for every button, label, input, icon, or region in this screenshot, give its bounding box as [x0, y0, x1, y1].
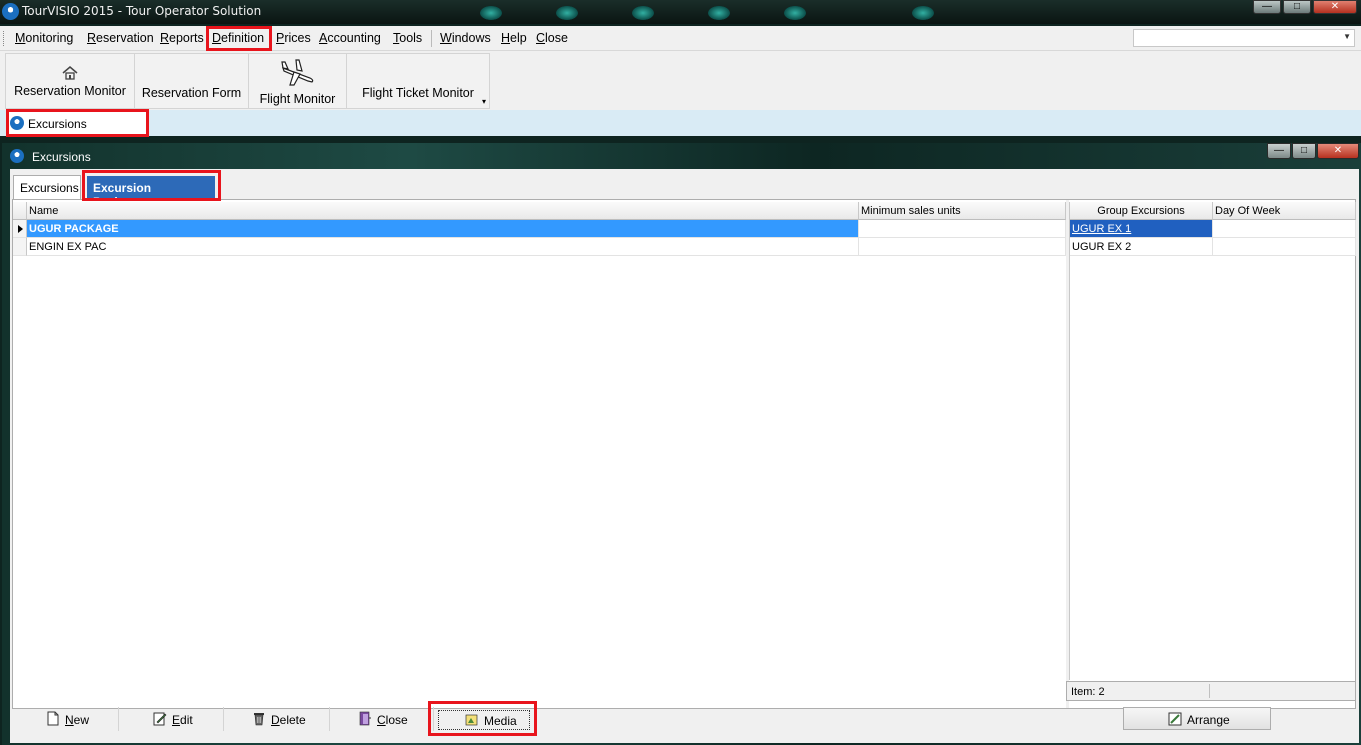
mdi-tab-strip: Excursions: [0, 110, 1361, 136]
row-indicator: [13, 238, 27, 256]
reservation-monitor-button[interactable]: Reservation Monitor: [6, 54, 135, 108]
row-indicator: [13, 220, 27, 238]
cell-day[interactable]: [1213, 238, 1356, 256]
reservation-form-button[interactable]: Reservation Form: [135, 54, 249, 108]
menu-monitoring[interactable]: Monitoring: [15, 31, 73, 45]
status-separator: [1209, 684, 1210, 698]
cell-min-units[interactable]: [859, 220, 1066, 238]
excursions-window: Excursions — □ ✕ Excursions Excursion Pa…: [2, 143, 1361, 745]
cell-group[interactable]: UGUR EX 2: [1070, 238, 1213, 256]
column-header-group-excursions[interactable]: Group Excursions: [1070, 202, 1213, 220]
exit-door-icon: [359, 711, 371, 726]
menu-prices[interactable]: Prices: [276, 31, 311, 45]
trash-icon: [254, 713, 264, 726]
window-selector-combo[interactable]: ▼: [1133, 29, 1355, 47]
column-header-day-of-week[interactable]: Day Of Week: [1213, 202, 1356, 220]
desktop-decoration-icon: [632, 6, 654, 20]
new-button[interactable]: New: [12, 707, 119, 731]
maximize-button[interactable]: □: [1283, 0, 1311, 14]
tab-content: Name Minimum sales units UGUR PACKAGE EN…: [12, 199, 1356, 709]
reservation-form-label: Reservation Form: [141, 86, 242, 100]
window-client-area: Excursions Excursion Packages Name Minim…: [10, 169, 1359, 743]
menu-definition[interactable]: Definition: [212, 31, 264, 45]
item-count: Item: 2: [1071, 686, 1105, 698]
delete-label: Delete: [271, 713, 306, 727]
mdi-tab-label: Excursions: [28, 117, 87, 131]
close-button[interactable]: Close: [330, 707, 434, 731]
menu-help[interactable]: Help: [501, 31, 527, 45]
toolbar-panel: Reservation Monitor Reservation Form Fli…: [5, 53, 490, 109]
edit-button[interactable]: Edit: [119, 707, 224, 731]
packages-grid: Name Minimum sales units UGUR PACKAGE EN…: [13, 202, 1066, 672]
menu-accounting[interactable]: Accounting: [319, 31, 381, 45]
group-excursions-grid: Group Excursions Day Of Week UGUR EX 1 U…: [1069, 202, 1356, 680]
tourvisio-logo-icon: [10, 116, 24, 130]
flight-monitor-button[interactable]: Flight Monitor: [249, 54, 347, 108]
media-icon: [465, 714, 478, 726]
column-header-name[interactable]: Name: [27, 202, 859, 220]
desktop-decoration-icon: [912, 6, 934, 20]
cell-day[interactable]: [1213, 220, 1356, 238]
desktop-decoration-icon: [480, 6, 502, 20]
cell-group[interactable]: UGUR EX 1: [1070, 220, 1213, 238]
home-icon: [62, 66, 78, 80]
menu-tools[interactable]: Tools: [393, 31, 422, 45]
media-button[interactable]: Media: [438, 710, 530, 730]
app-titlebar: TourVISIO 2015 - Tour Operator Solution …: [0, 0, 1361, 24]
child-maximize-button[interactable]: □: [1292, 143, 1316, 159]
app-title: TourVISIO 2015 - Tour Operator Solution: [22, 4, 262, 18]
cell-min-units[interactable]: [859, 238, 1066, 256]
current-row-arrow-icon: [18, 225, 23, 233]
table-row[interactable]: UGUR EX 1: [1070, 220, 1356, 238]
column-header-min-sales[interactable]: Minimum sales units: [859, 202, 1066, 220]
table-row[interactable]: ENGIN EX PAC: [13, 238, 1066, 256]
arrange-icon: [1168, 712, 1182, 726]
menu-windows[interactable]: Windows: [440, 31, 491, 45]
menu-separator: [431, 30, 432, 47]
child-close-button[interactable]: ✕: [1317, 143, 1359, 159]
child-minimize-button[interactable]: —: [1267, 143, 1291, 159]
toolbar: Reservation Monitor Reservation Form Fli…: [0, 51, 1361, 110]
menu-reservation[interactable]: Reservation: [87, 31, 154, 45]
arrange-label: Arrange: [1187, 713, 1230, 727]
close-window-button[interactable]: ✕: [1313, 0, 1357, 14]
reservation-monitor-label: Reservation Monitor: [14, 84, 126, 98]
close-label: Close: [377, 713, 408, 727]
menu-bar: Monitoring Reservation Reports Definitio…: [0, 26, 1361, 51]
edit-icon: [153, 712, 167, 726]
tab-excursions[interactable]: Excursions: [13, 175, 81, 199]
child-window-title: Excursions: [32, 150, 91, 164]
desktop-decoration-icon: [708, 6, 730, 20]
tourvisio-logo-icon: [10, 149, 24, 163]
cell-name[interactable]: ENGIN EX PAC: [27, 238, 859, 256]
toolbar-overflow-icon[interactable]: ▾: [482, 97, 486, 106]
new-document-icon: [47, 711, 59, 726]
desktop-decoration-icon: [556, 6, 578, 20]
flight-ticket-monitor-button[interactable]: Flight Ticket Monitor: [347, 54, 489, 108]
flight-monitor-label: Flight Monitor: [259, 92, 336, 106]
mdi-tab-excursions[interactable]: Excursions: [6, 111, 148, 135]
cell-name[interactable]: UGUR PACKAGE: [27, 220, 859, 238]
media-label: Media: [484, 714, 517, 728]
row-indicator-header: [13, 202, 27, 220]
arrange-button[interactable]: Arrange: [1123, 707, 1271, 730]
desktop-decoration-icon: [784, 6, 806, 20]
group-grid-status-bar: Item: 2: [1066, 681, 1356, 701]
menu-close[interactable]: Close: [536, 31, 568, 45]
menu-reports[interactable]: Reports: [160, 31, 204, 45]
minimize-button[interactable]: —: [1253, 0, 1281, 14]
menu-grip: [3, 31, 6, 46]
tab-excursion-packages[interactable]: Excursion Packages: [87, 176, 215, 209]
table-row[interactable]: UGUR PACKAGE: [13, 220, 1066, 238]
airplane-icon: [280, 59, 313, 86]
tourvisio-logo-icon: [2, 3, 19, 20]
new-label: New: [65, 713, 90, 727]
flight-ticket-monitor-label: Flight Ticket Monitor: [362, 86, 474, 100]
edit-label: Edit: [172, 713, 193, 727]
chevron-down-icon: ▼: [1343, 32, 1351, 41]
delete-button[interactable]: Delete: [224, 707, 330, 731]
table-row[interactable]: UGUR EX 2: [1070, 238, 1356, 256]
